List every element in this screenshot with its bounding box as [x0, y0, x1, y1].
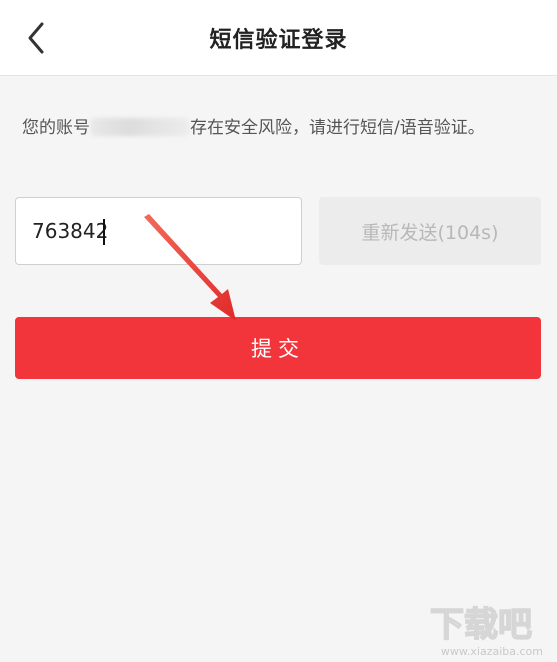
masked-account [91, 118, 189, 136]
resend-code-button[interactable]: 重新发送(104s) [319, 197, 541, 265]
watermark-url: www.xiazaiba.com [440, 645, 543, 658]
watermark-logo-icon: 下载吧 [429, 604, 533, 644]
verification-code-input[interactable] [15, 197, 302, 265]
header-bar: 短信验证登录 [0, 0, 557, 76]
watermark-brand: 下载吧 [430, 605, 532, 644]
text-caret [103, 219, 105, 245]
submit-button[interactable]: 提交 [15, 317, 541, 379]
page-title: 短信验证登录 [209, 28, 348, 53]
notice-suffix: 存在安全风险，请进行短信/语音验证。 [190, 118, 485, 138]
security-notice: 您的账号 存在安全风险，请进行短信/语音验证。 [22, 113, 537, 143]
notice-prefix: 您的账号 [22, 118, 90, 138]
